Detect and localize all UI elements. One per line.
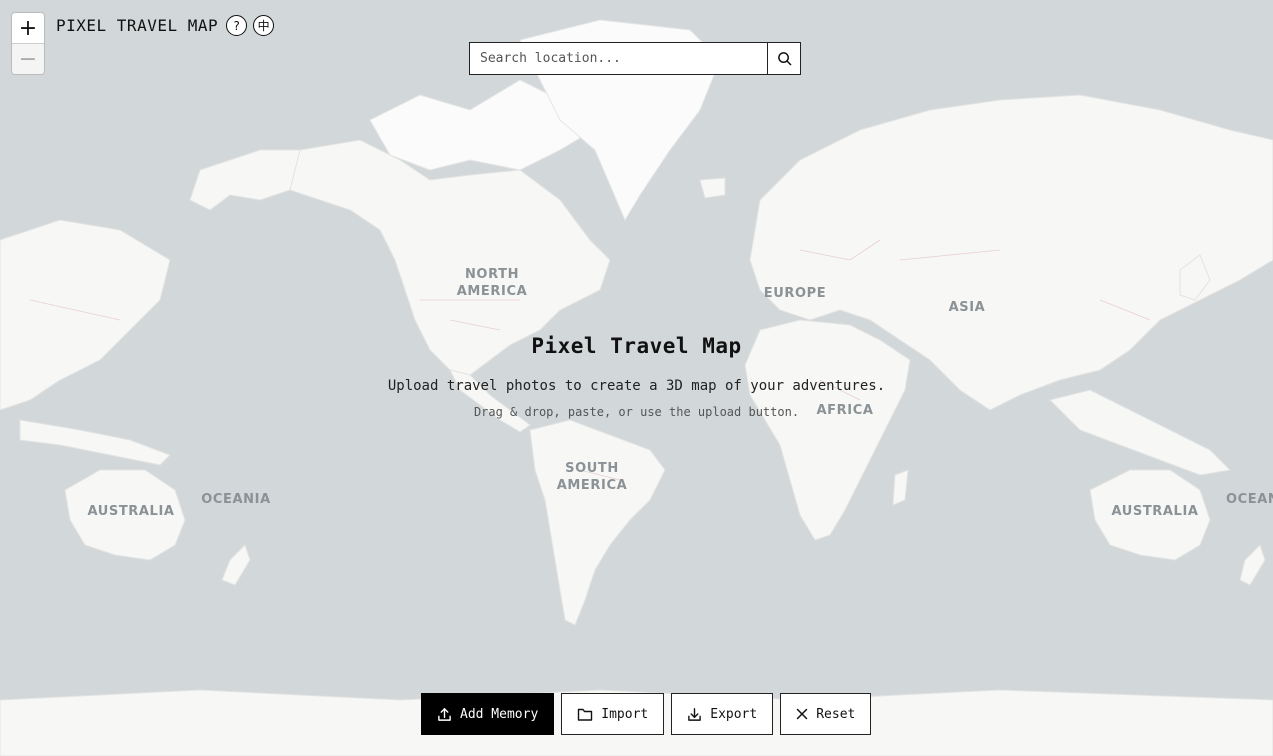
label-australia-east: AUSTRALIA	[1111, 504, 1198, 519]
zoom-out-button[interactable]: −	[12, 44, 44, 74]
label-oceania-west: OCEANIA	[201, 492, 271, 507]
reset-label: Reset	[816, 706, 856, 722]
empty-state-hint: Drag & drop, paste, or use the upload bu…	[473, 405, 800, 419]
add-memory-button[interactable]: Add Memory	[421, 693, 555, 735]
help-icon[interactable]: ?	[226, 15, 248, 36]
zoom-control: + −	[11, 12, 45, 75]
bottom-toolbar: Add Memory Import Export Reset	[421, 693, 872, 735]
reset-button[interactable]: Reset	[780, 693, 872, 735]
label-asia: ASIA	[949, 300, 986, 315]
app-title: PIXEL TRAVEL MAP	[56, 16, 219, 35]
export-button[interactable]: Export	[671, 693, 774, 735]
search-icon	[777, 52, 791, 66]
import-label: Import	[601, 706, 649, 722]
search-input[interactable]	[469, 42, 767, 75]
search-button[interactable]	[767, 42, 801, 75]
empty-state-subtitle: Upload travel photos to create a 3D map …	[387, 378, 886, 394]
empty-state-title: Pixel Travel Map	[531, 334, 742, 358]
header-brand: PIXEL TRAVEL MAP ? 中	[56, 15, 275, 36]
label-oceania-east: OCEAN	[1226, 492, 1273, 507]
add-memory-label: Add Memory	[460, 706, 539, 722]
upload-icon	[438, 707, 451, 721]
folder-icon	[578, 708, 593, 721]
label-australia-west: AUSTRALIA	[87, 504, 174, 519]
language-icon[interactable]: 中	[253, 15, 275, 36]
label-north-america-line2: AMERICA	[457, 284, 528, 299]
import-button[interactable]: Import	[561, 693, 665, 735]
label-south-america-line2: AMERICA	[557, 478, 628, 493]
label-europe: EUROPE	[764, 286, 827, 301]
zoom-in-button[interactable]: +	[12, 13, 44, 44]
download-icon	[688, 707, 702, 721]
close-icon	[796, 708, 808, 720]
search-bar	[469, 42, 801, 75]
label-south-america-line1: SOUTH	[565, 461, 619, 476]
export-label: Export	[710, 706, 758, 722]
label-north-america-line1: NORTH	[465, 267, 519, 282]
